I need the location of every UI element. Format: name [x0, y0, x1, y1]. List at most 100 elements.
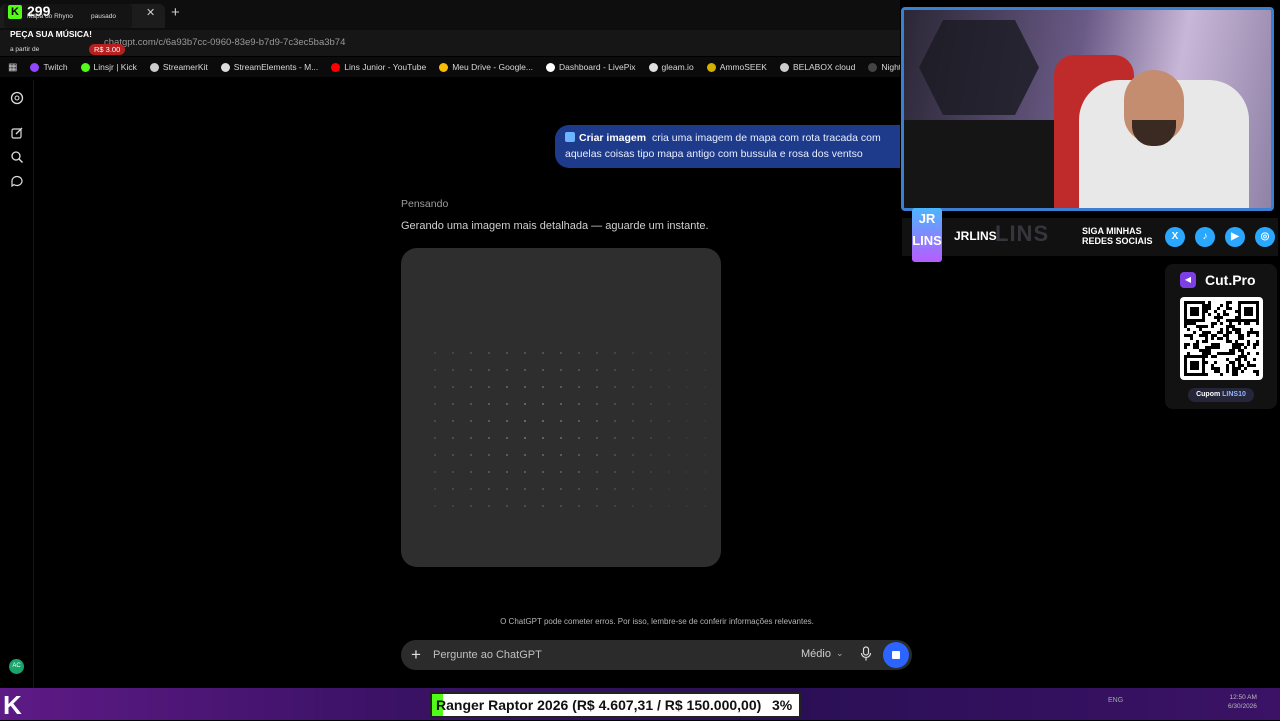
loading-dot: [650, 471, 652, 473]
qr-module: [1220, 352, 1223, 355]
new-tab-button[interactable]: +: [171, 4, 180, 21]
loading-dot: [614, 454, 616, 456]
qr-module: [1232, 367, 1235, 370]
loading-dot: [668, 369, 670, 371]
new-chat-icon[interactable]: [10, 126, 24, 140]
bookmark-item[interactable]: StreamElements - M...: [220, 62, 318, 72]
bookmark-item[interactable]: Meu Drive - Google...: [439, 62, 533, 72]
loading-dot: [632, 505, 634, 507]
bookmark-item[interactable]: Dashboard - LivePix: [546, 62, 636, 72]
bookmark-favicon-icon: [30, 62, 40, 72]
loading-dot: [596, 454, 598, 456]
loading-dot: [560, 454, 562, 456]
qr-module: [1256, 322, 1259, 325]
url-text[interactable]: chatgpt.com/c/6a93b7cc-0960-83e9-b7d9-7c…: [104, 37, 345, 48]
loading-dot: [560, 471, 562, 473]
thinking-label[interactable]: Pensando: [401, 198, 448, 210]
qr-module: [1238, 304, 1241, 307]
qr-module: [1235, 340, 1238, 343]
bookmark-label: Nightbot - Comm: [881, 62, 900, 72]
loading-dot: [704, 454, 706, 456]
chevron-down-icon[interactable]: ⌄: [836, 648, 844, 659]
qr-module: [1226, 319, 1229, 322]
qr-module: [1232, 373, 1235, 376]
qr-module: [1238, 301, 1241, 304]
bookmark-item[interactable]: AmmoSEEK: [706, 62, 767, 72]
qr-module: [1229, 319, 1232, 322]
loading-dot: [488, 352, 490, 354]
qr-module: [1256, 319, 1259, 322]
loading-dot: [434, 420, 436, 422]
bookmark-item[interactable]: Nightbot - Comm: [868, 62, 900, 72]
taskbar-clock[interactable]: 12:50 AM 6/30/2026: [1228, 693, 1257, 711]
loading-dot: [524, 488, 526, 490]
chatgpt-logo-icon[interactable]: [10, 91, 24, 105]
qr-module: [1235, 346, 1238, 349]
qr-module: [1235, 331, 1238, 334]
apps-grid-icon[interactable]: ▦: [8, 62, 17, 73]
qr-module: [1238, 355, 1241, 358]
qr-module: [1223, 334, 1226, 337]
loading-dot: [560, 420, 562, 422]
bookmark-item[interactable]: Twitch: [30, 62, 68, 72]
bookmark-favicon-icon: [868, 62, 878, 72]
model-selector[interactable]: Médio: [801, 648, 831, 660]
prompt-input[interactable]: [433, 645, 783, 665]
bookmark-item[interactable]: Lins Junior - YouTube: [331, 62, 426, 72]
qr-module: [1214, 322, 1217, 325]
loading-dot: [452, 488, 454, 490]
qr-module: [1220, 328, 1223, 331]
qr-module: [1244, 355, 1247, 358]
bookmark-item[interactable]: BELABOX cloud: [779, 62, 855, 72]
qr-module: [1199, 301, 1202, 304]
add-attachment-icon[interactable]: +: [411, 645, 421, 665]
qr-module: [1184, 307, 1187, 310]
qr-module: [1250, 310, 1253, 313]
bookmark-item[interactable]: Linsjr | Kick: [80, 62, 137, 72]
loading-dot: [560, 369, 562, 371]
stop-icon[interactable]: [892, 651, 900, 659]
loading-dot: [452, 369, 454, 371]
loading-dot: [506, 386, 508, 388]
bookmark-label: Linsjr | Kick: [93, 62, 137, 72]
qr-module: [1184, 316, 1187, 319]
qr-module: [1238, 334, 1241, 337]
qr-module: [1202, 307, 1205, 310]
qr-module: [1184, 334, 1187, 337]
qr-module: [1247, 334, 1250, 337]
avatar[interactable]: AC: [9, 659, 24, 674]
language-indicator[interactable]: ENG: [1108, 697, 1123, 704]
qr-module: [1232, 361, 1235, 364]
loading-dot: [704, 369, 706, 371]
qr-module: [1226, 304, 1229, 307]
bookmark-favicon-icon: [706, 62, 716, 72]
bookmark-item[interactable]: gleam.io: [648, 62, 694, 72]
search-icon[interactable]: [10, 150, 24, 164]
qr-module: [1226, 370, 1229, 373]
loading-dot: [668, 471, 670, 473]
loading-dot: [686, 437, 688, 439]
tab-close-icon[interactable]: ✕: [146, 6, 155, 19]
qr-module: [1214, 343, 1217, 346]
qr-module: [1184, 358, 1187, 361]
qr-module: [1205, 346, 1208, 349]
qr-module: [1235, 358, 1238, 361]
bookmark-item[interactable]: StreamerKit: [149, 62, 208, 72]
loading-dot: [686, 505, 688, 507]
qr-module: [1241, 337, 1244, 340]
qr-module: [1247, 352, 1250, 355]
loading-dot: [560, 403, 562, 405]
qr-module: [1247, 313, 1250, 316]
qr-module: [1238, 361, 1241, 364]
qr-module: [1202, 364, 1205, 367]
qr-module: [1256, 313, 1259, 316]
microphone-icon[interactable]: [860, 646, 872, 662]
qr-module: [1217, 331, 1220, 334]
bookmark-label: AmmoSEEK: [719, 62, 767, 72]
qr-module: [1193, 367, 1196, 370]
song-price-badge: R$ 3.00: [89, 44, 126, 55]
chats-icon[interactable]: [10, 174, 24, 188]
qr-module: [1202, 358, 1205, 361]
jrlins-logo: JR LINS: [912, 208, 942, 262]
qr-module: [1184, 301, 1187, 304]
